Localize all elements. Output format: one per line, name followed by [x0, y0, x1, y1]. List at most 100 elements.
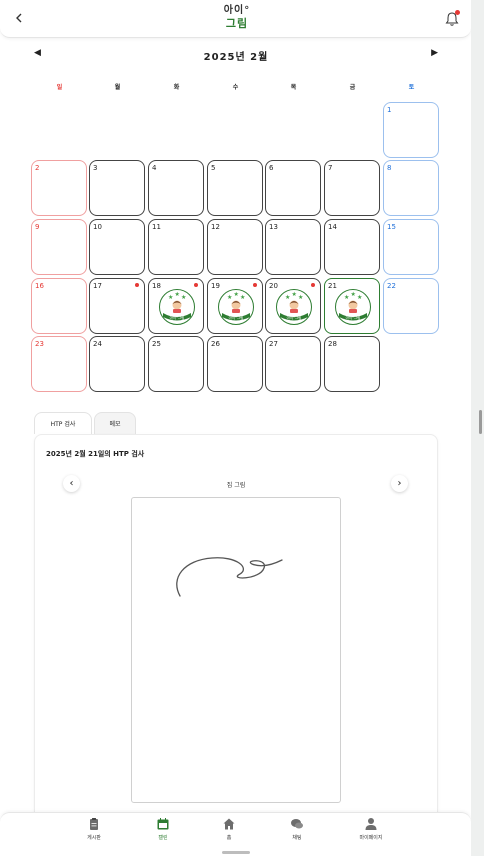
- tab-htp[interactable]: HTP 검사: [34, 412, 92, 434]
- weekday-label: 수: [232, 84, 239, 91]
- calendar-day-11[interactable]: 11: [148, 219, 204, 275]
- calendar-day-25[interactable]: 25: [148, 336, 204, 392]
- day-number: 13: [269, 223, 278, 231]
- svg-text:★: ★: [292, 291, 297, 298]
- side-strip: [471, 0, 484, 856]
- day-number: 3: [93, 164, 98, 172]
- bottom-navigation: 게시판 캘린 홈 채팅 마이페이지: [0, 812, 471, 856]
- event-dot: [253, 283, 257, 287]
- calendar-day-19[interactable]: 19 ★ ★ ★ 아이°그림: [207, 278, 263, 334]
- calendar-day-10[interactable]: 10: [89, 219, 145, 275]
- back-button[interactable]: [10, 9, 28, 27]
- nav-mypage[interactable]: 마이페이지: [343, 817, 399, 841]
- event-dot: [311, 283, 315, 287]
- month-navigator: ◀ 2025년 2월 ▶: [34, 46, 438, 64]
- calendar-day-14[interactable]: 14: [324, 219, 380, 275]
- day-number: 14: [328, 223, 337, 231]
- clipboard-icon: [90, 818, 98, 830]
- day-number: 25: [152, 340, 161, 348]
- day-number: 4: [152, 164, 157, 172]
- nav-calendar[interactable]: 캘린: [135, 817, 191, 841]
- side-handle[interactable]: [479, 410, 482, 434]
- calendar-day-26[interactable]: 26: [207, 336, 263, 392]
- calendar-day-17[interactable]: 17: [89, 278, 145, 334]
- weekday-label: 화: [173, 84, 180, 91]
- day-number: 17: [93, 282, 102, 290]
- day-number: 15: [387, 223, 396, 231]
- calendar-day-9[interactable]: 9: [31, 219, 87, 275]
- day-number: 22: [387, 282, 396, 290]
- weekday-label: 목: [290, 84, 297, 91]
- drawing-label: 집 그림: [226, 482, 246, 489]
- day-number: 2: [35, 164, 40, 172]
- calendar-day-15[interactable]: 15: [383, 219, 439, 275]
- calendar-day-5[interactable]: 5: [207, 160, 263, 216]
- nav-home[interactable]: 홈: [201, 817, 257, 841]
- home-icon: [223, 818, 235, 830]
- calendar-day-28[interactable]: 28: [324, 336, 380, 392]
- chevron-right-icon: ›: [397, 478, 402, 489]
- calendar-day-2[interactable]: 2: [31, 160, 87, 216]
- svg-text:★: ★: [285, 294, 290, 301]
- next-drawing-button[interactable]: ›: [391, 475, 408, 492]
- event-dot: [135, 283, 139, 287]
- weekday-label: 월: [114, 84, 121, 91]
- app-logo: 아이° 그림: [218, 5, 256, 33]
- calendar-day-4[interactable]: 4: [148, 160, 204, 216]
- month-title: 2025년 2월: [203, 52, 269, 63]
- event-dot: [194, 283, 198, 287]
- calendar-day-22[interactable]: 22: [383, 278, 439, 334]
- nav-chat-label: 채팅: [292, 835, 302, 841]
- drawing-sketch: [176, 557, 283, 597]
- stamp-text: 아이°그림: [169, 316, 185, 320]
- day-number: 7: [328, 164, 333, 172]
- nav-mypage-label: 마이페이지: [359, 835, 383, 841]
- day-number: 5: [211, 164, 216, 172]
- calendar-day-8[interactable]: 8: [383, 160, 439, 216]
- calendar-day-20[interactable]: 20 ★ ★ ★ 아이°그림: [265, 278, 321, 334]
- calendar-day-13[interactable]: 13: [265, 219, 321, 275]
- calendar-day-12[interactable]: 12: [207, 219, 263, 275]
- calendar-icon: [157, 818, 169, 830]
- calendar-day-6[interactable]: 6: [265, 160, 321, 216]
- logo-line2: 그림: [225, 17, 249, 30]
- svg-text:★: ★: [175, 291, 180, 298]
- logo-line1: 아이°: [223, 5, 251, 16]
- calendar-day-16[interactable]: 16: [31, 278, 87, 334]
- nav-board-label: 게시판: [87, 835, 101, 841]
- day-number: 12: [211, 223, 220, 231]
- stamp-text: 아이°그림: [286, 316, 302, 320]
- calendar-day-27[interactable]: 27: [265, 336, 321, 392]
- nav-chat[interactable]: 채팅: [269, 817, 325, 841]
- weekday-label: 일: [56, 84, 63, 91]
- chat-bubbles-icon: [291, 819, 303, 829]
- svg-text:★: ★: [181, 294, 186, 301]
- nav-calendar-label: 캘린: [158, 835, 168, 841]
- stamp-text: 아이°그림: [228, 316, 244, 320]
- nav-home-label: 홈: [226, 835, 232, 841]
- stamp-text: 아이°그림: [345, 316, 361, 320]
- tab-memo[interactable]: 메모: [94, 412, 136, 434]
- next-month-button[interactable]: ▶: [431, 48, 438, 58]
- app-frame: 아이° 그림 ◀ 2025년 2월 ▶ 일월화수목금토 1 2 3 4 5 6 7 8 9 10 1…: [0, 0, 471, 856]
- calendar-day-21[interactable]: 21 ★ ★ ★ 아이°그림: [324, 278, 380, 334]
- nav-board[interactable]: 게시판: [66, 817, 122, 841]
- weekday-label: 금: [349, 84, 356, 91]
- notification-dot: [455, 10, 460, 15]
- day-number: 26: [211, 340, 220, 348]
- calendar-day-18[interactable]: 18 ★ ★ ★ 아이°그림: [148, 278, 204, 334]
- svg-text:★: ★: [234, 291, 239, 298]
- calendar-day-1[interactable]: 1: [383, 102, 439, 158]
- day-number: 9: [35, 223, 40, 231]
- calendar-day-24[interactable]: 24: [89, 336, 145, 392]
- person-icon: [365, 818, 377, 830]
- calendar-day-3[interactable]: 3: [89, 160, 145, 216]
- calendar-day-7[interactable]: 7: [324, 160, 380, 216]
- svg-text:★: ★: [298, 294, 303, 301]
- day-number: 8: [387, 164, 392, 172]
- weekday-label: 토: [408, 84, 415, 91]
- chevron-left-icon: [16, 13, 22, 23]
- day-number: 24: [93, 340, 102, 348]
- htp-panel: 2025년 2월 21일의 HTP 검사 ‹ 집 그림 ›: [34, 434, 438, 834]
- calendar-day-23[interactable]: 23: [31, 336, 87, 392]
